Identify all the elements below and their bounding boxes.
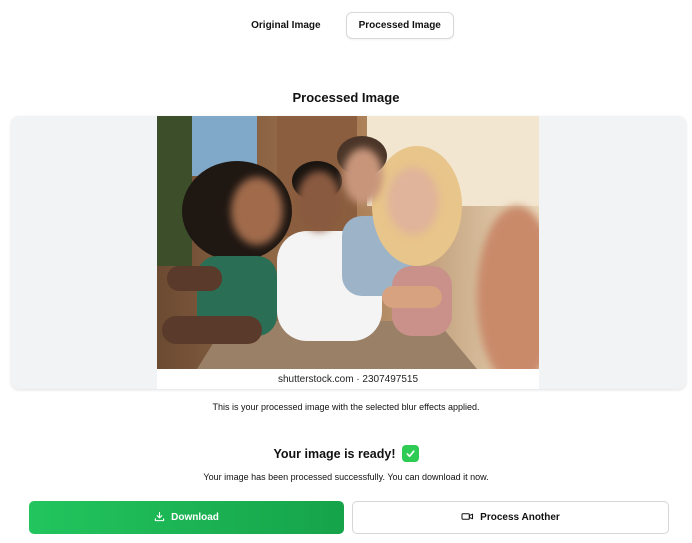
- video-camera-icon: [461, 511, 474, 525]
- processed-image: shutterstock.com · 2307497515: [157, 116, 539, 389]
- download-icon: [154, 511, 165, 525]
- checkmark-icon: [401, 445, 419, 462]
- tab-processed-image[interactable]: Processed Image: [345, 12, 454, 39]
- preview-title: Processed Image: [292, 90, 400, 105]
- tab-original-image[interactable]: Original Image: [238, 12, 333, 39]
- process-another-label: Process Another: [480, 512, 560, 523]
- processed-photo-illustration: [157, 116, 539, 369]
- ready-subtitle: Your image has been processed successful…: [203, 472, 489, 482]
- download-label: Download: [171, 512, 219, 523]
- process-another-button[interactable]: Process Another: [352, 501, 669, 534]
- view-tabs: Original Image Processed Image: [0, 12, 692, 39]
- image-watermark: shutterstock.com · 2307497515: [157, 369, 539, 389]
- download-button[interactable]: Download: [29, 501, 344, 534]
- ready-title: Your image is ready!: [273, 446, 396, 461]
- preview-caption: This is your processed image with the se…: [212, 402, 480, 412]
- ready-heading: Your image is ready!: [0, 445, 692, 462]
